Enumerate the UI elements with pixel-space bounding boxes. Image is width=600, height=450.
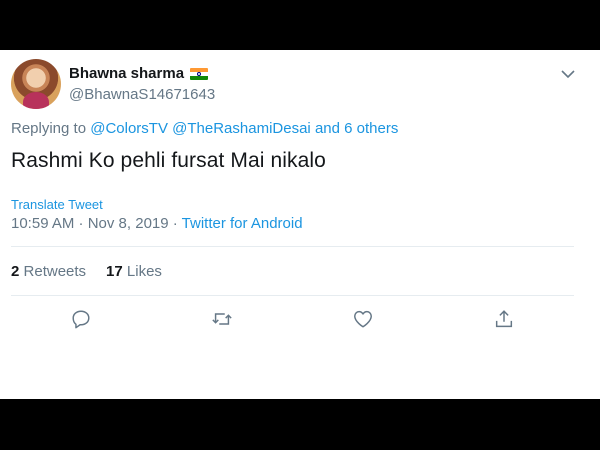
reply-icon bbox=[72, 310, 90, 329]
divider bbox=[11, 295, 574, 296]
meta-separator: · bbox=[168, 215, 182, 232]
divider bbox=[11, 246, 574, 247]
tweet-stats: 2 Retweets 17 Likes bbox=[11, 263, 162, 280]
tweet-text: Rashmi Ko pehli fursat Mai nikalo bbox=[11, 149, 326, 172]
share-icon bbox=[495, 310, 513, 328]
display-name[interactable]: Bhawna sharma bbox=[69, 65, 184, 82]
like-icon bbox=[354, 310, 372, 328]
like-button[interactable] bbox=[352, 308, 376, 332]
retweets-count: 2 bbox=[11, 263, 20, 280]
tweet-source[interactable]: Twitter for Android bbox=[182, 215, 303, 232]
timestamp[interactable]: 10:59 AM · Nov 8, 2019 bbox=[11, 215, 169, 232]
india-flag-icon bbox=[190, 67, 209, 80]
display-name-row: Bhawna sharma bbox=[69, 65, 209, 82]
translate-tweet-link[interactable]: Translate Tweet bbox=[11, 197, 103, 212]
tweet-meta: 10:59 AM · Nov 8, 2019 · Twitter for And… bbox=[11, 215, 303, 232]
tweet-actions bbox=[0, 308, 600, 334]
likes-count: 17 bbox=[106, 263, 123, 280]
retweets-label: Retweets bbox=[23, 263, 87, 280]
likes-label: Likes bbox=[126, 263, 162, 280]
reply-button[interactable] bbox=[70, 308, 94, 332]
reply-others-link[interactable]: and 6 others bbox=[315, 120, 398, 137]
chevron-down-icon[interactable] bbox=[558, 64, 578, 84]
retweet-icon bbox=[212, 313, 232, 325]
user-handle[interactable]: @BhawnaS14671643 bbox=[69, 86, 215, 103]
retweets-stat[interactable]: 2 Retweets bbox=[11, 263, 86, 280]
mention-colorstv[interactable]: @ColorsTV bbox=[90, 120, 168, 137]
avatar[interactable] bbox=[11, 59, 61, 109]
share-button[interactable] bbox=[493, 308, 517, 332]
retweet-button[interactable] bbox=[211, 308, 235, 332]
tweet-card: Bhawna sharma @BhawnaS14671643 Replying … bbox=[0, 50, 600, 399]
likes-stat[interactable]: 17 Likes bbox=[106, 263, 162, 280]
replying-prefix: Replying to bbox=[11, 120, 87, 137]
replying-to: Replying to @ColorsTV @TheRashamiDesai a… bbox=[11, 120, 398, 137]
mention-therashamidesai[interactable]: @TheRashamiDesai bbox=[172, 120, 311, 137]
